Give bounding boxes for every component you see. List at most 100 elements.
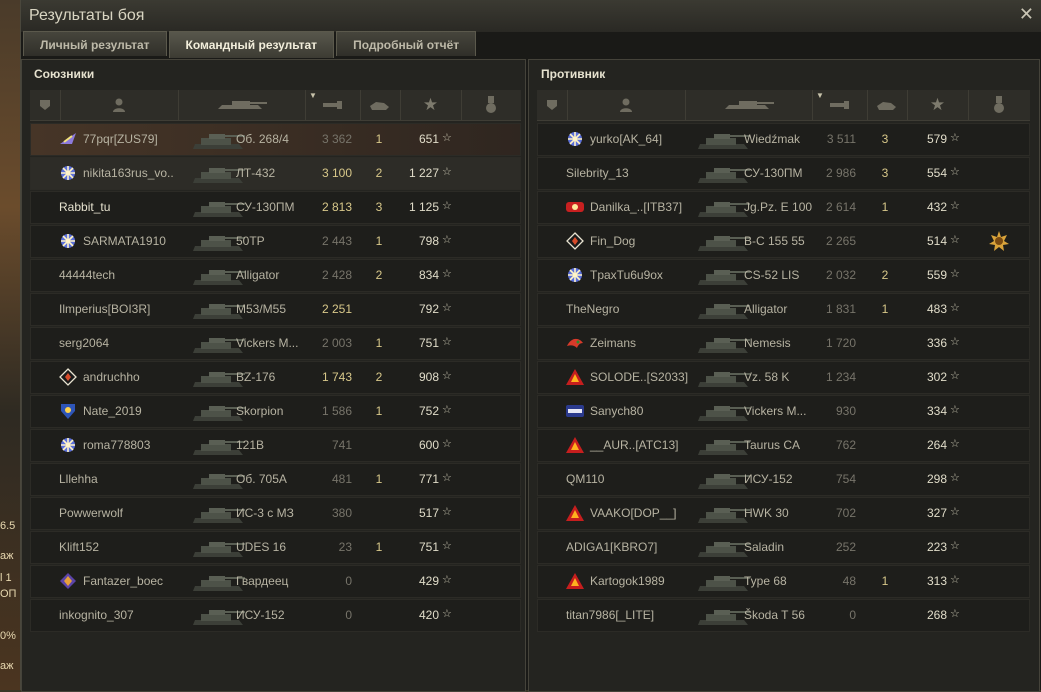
damage-value: 48 [842, 574, 856, 588]
damage-value: 252 [835, 540, 856, 554]
table-row[interactable]: 44444tech Alligator 2 428 2 834 ☆ [30, 259, 521, 292]
table-row[interactable]: Kartogok1989 Type 68 48 1 313 ☆ [537, 565, 1030, 598]
table-row[interactable]: Danilka_..[ITB37] Jg.Pz. E 100 2 614 1 432 ☆ [537, 191, 1030, 224]
vehicle-column-header[interactable] [178, 90, 306, 120]
tank-name: Alligator [744, 302, 788, 316]
star-icon: ☆ [442, 302, 452, 314]
table-row[interactable]: inkognito_307 ИСУ-152 0 420 ☆ [30, 599, 521, 632]
table-row[interactable]: yurko[AK_64] Wiedźmak 3 511 3 579 ☆ [537, 123, 1030, 156]
table-row[interactable]: Zeimans Nemesis 1 720 336 ☆ [537, 327, 1030, 360]
table-row[interactable]: QM110 ИСУ-152 754 298 ☆ [537, 463, 1030, 496]
damage-value: 741 [331, 438, 352, 452]
medals-column-header[interactable] [461, 90, 521, 120]
tank-name: ИС-3 с МЗ [236, 506, 294, 520]
xp-value: 792 [418, 302, 439, 316]
kills-value: 2 [881, 268, 889, 282]
player-name: Danilka_..[ITB37] [590, 200, 683, 214]
table-row[interactable]: Nate_2019 Skorpion 1 586 1 752 ☆ [30, 395, 521, 428]
xp-value: 298 [926, 472, 947, 486]
player-name: Sanych80 [590, 404, 644, 418]
player-name: inkognito_307 [59, 608, 134, 622]
star-icon: ☆ [950, 132, 960, 144]
star-icon: ☆ [442, 608, 452, 620]
destroyed-tank-icon [370, 102, 389, 110]
player-name: __AUR..[ATC13] [590, 438, 679, 452]
sun-medal-icon[interactable] [989, 231, 1009, 251]
table-row[interactable]: SARMATA1910 50TP 2 443 1 798 ☆ [30, 225, 521, 258]
player-name: QM110 [566, 472, 605, 486]
table-row[interactable]: Powwerwolf ИС-3 с МЗ 380 517 ☆ [30, 497, 521, 530]
damage-value: 3 511 [826, 132, 856, 146]
triangle-emblem-icon [565, 436, 585, 454]
tab-detailed-report[interactable]: Подробный отчёт [336, 31, 477, 56]
table-row[interactable]: 77pqr[ZUS79] Об. 268/4 3 362 1 651 ☆ [30, 123, 521, 156]
table-row[interactable]: roma778803 121B 741 600 ☆ [30, 429, 521, 462]
triangle-emblem-icon [565, 504, 585, 522]
squad-shield-icon [40, 100, 50, 110]
tank-name: 50TP [236, 234, 265, 248]
kills-column-header[interactable] [360, 90, 401, 120]
table-row[interactable]: Klift152 UDES 16 23 1 751 ☆ [30, 531, 521, 564]
xp-value: 751 [418, 540, 439, 554]
table-row[interactable]: Ilmperius[BOI3R] M53/M55 2 251 792 ☆ [30, 293, 521, 326]
kills-value: 3 [375, 200, 383, 214]
damage-value: 2 986 [825, 166, 856, 180]
platoon-column-header[interactable] [537, 90, 568, 120]
player-column-header[interactable] [567, 90, 686, 120]
table-row[interactable]: TheNegro Alligator 1 831 1 483 ☆ [537, 293, 1030, 326]
tank-name: Alligator [236, 268, 280, 282]
table-row[interactable]: ADIGA1[KBRO7] Saladin 252 223 ☆ [537, 531, 1030, 564]
table-row[interactable]: Rabbit_tu СУ-130ПМ 2 813 3 1 125 ☆ [30, 191, 521, 224]
vehicle-column-header[interactable] [685, 90, 813, 120]
table-row[interactable]: Fin_Dog B-C 155 55 2 265 514 ☆ [537, 225, 1030, 258]
star-icon: ☆ [442, 404, 452, 416]
destroyed-tank-icon [877, 102, 896, 110]
xp-column-header[interactable]: ★ [907, 90, 969, 120]
damage-column-header[interactable]: ▼ [305, 90, 361, 120]
table-row[interactable]: Sanych80 Vickers M... 930 334 ☆ [537, 395, 1030, 428]
column-header-row: ▼ ★ [537, 90, 1030, 121]
player-name: Ilmperius[BOI3R] [59, 302, 151, 316]
player-name: Fantazer_boec [83, 574, 164, 588]
kills-value: 2 [375, 166, 383, 180]
tank-name: M53/M55 [236, 302, 287, 316]
star-icon: ☆ [950, 268, 960, 280]
table-row[interactable]: VAAKO[DOP__] HWK 30 702 327 ☆ [537, 497, 1030, 530]
xp-value: 268 [926, 608, 947, 622]
table-row[interactable]: Silebrity_13 СУ-130ПМ 2 986 3 554 ☆ [537, 157, 1030, 190]
tab-personal-result[interactable]: Личный результат [23, 31, 167, 56]
star-icon: ☆ [950, 404, 960, 416]
tank-name: СУ-130ПМ [236, 200, 295, 214]
xp-value: 798 [418, 234, 439, 248]
kills-column-header[interactable] [867, 90, 908, 120]
medals-column-header[interactable] [968, 90, 1030, 120]
star-icon: ☆ [950, 608, 960, 620]
player-column-header[interactable] [60, 90, 179, 120]
tank-name: Nemesis [744, 336, 791, 350]
star-icon: ★ [422, 95, 439, 114]
table-row[interactable]: Lllehha Об. 705А 481 1 771 ☆ [30, 463, 521, 496]
kills-value: 3 [881, 166, 889, 180]
column-header-row: ▼ ★ [30, 90, 521, 121]
table-row[interactable]: __AUR..[ATC13] Taurus CA 762 264 ☆ [537, 429, 1030, 462]
star-icon: ☆ [950, 336, 960, 348]
xp-value: 432 [926, 200, 947, 214]
xp-value: 1 227 [408, 166, 439, 180]
star-icon: ☆ [950, 472, 960, 484]
table-row[interactable]: serg2064 Vickers M... 2 003 1 751 ☆ [30, 327, 521, 360]
tank-name: Гвардеец [236, 574, 289, 588]
table-row[interactable]: andruchho BZ-176 1 743 2 908 ☆ [30, 361, 521, 394]
table-row[interactable]: SOLODE..[S2033] Vz. 58 K 1 234 302 ☆ [537, 361, 1030, 394]
damage-value: 2 813 [321, 200, 352, 214]
close-icon[interactable]: ✕ [1019, 4, 1034, 24]
table-row[interactable]: titan7986[_LITE] Škoda T 56 0 268 ☆ [537, 599, 1030, 632]
player-name: Zeimans [590, 336, 637, 350]
platoon-column-header[interactable] [30, 90, 61, 120]
damage-column-header[interactable]: ▼ [812, 90, 868, 120]
table-row[interactable]: nikita163rus_vo.. ЛТ-432 3 100 2 1 227 ☆ [30, 157, 521, 190]
damage-icon [322, 101, 342, 109]
table-row[interactable]: Fantazer_boec Гвардеец 0 429 ☆ [30, 565, 521, 598]
xp-column-header[interactable]: ★ [400, 90, 462, 120]
tab-team-result[interactable]: Командный результат [168, 31, 335, 58]
table-row[interactable]: TpaxTu6u9ox CS-52 LIS 2 032 2 559 ☆ [537, 259, 1030, 292]
